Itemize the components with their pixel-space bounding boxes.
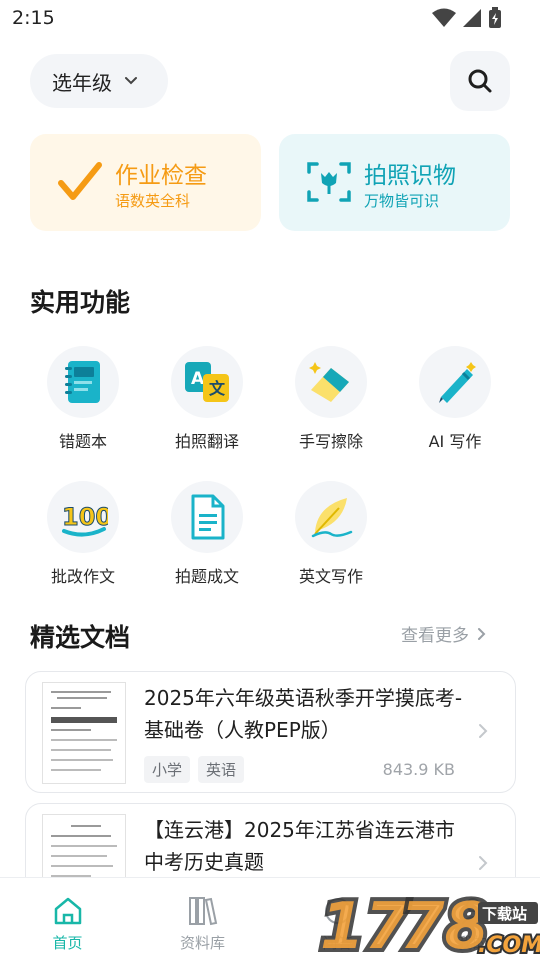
tool-ai-writing[interactable]: AI 写作	[393, 346, 517, 452]
svg-text:下载站: 下载站	[482, 905, 527, 923]
tab-library[interactable]: 资料库	[135, 878, 270, 960]
tool-label: 批改作文	[50, 567, 115, 586]
doc-thumbnail	[42, 682, 126, 784]
svg-text:文: 文	[209, 379, 226, 398]
tool-english-writing[interactable]: 英文写作	[269, 481, 393, 587]
doc-title: 2025年六年级英语秋季开学摸底考-基础卷（人教PEP版）	[144, 686, 463, 742]
homework-check-subtitle: 语数英全科	[115, 192, 191, 210]
books-icon	[135, 890, 270, 932]
chevron-right-icon	[478, 627, 486, 640]
search-icon	[468, 69, 492, 93]
svg-text:78: 78	[400, 890, 489, 960]
tool-label: 错题本	[58, 432, 107, 451]
homework-check-title: 作业检查	[115, 163, 207, 189]
doc-tag: 小学	[144, 756, 191, 783]
svg-text:A: A	[191, 369, 205, 389]
view-more-label: 查看更多	[401, 626, 469, 646]
tool-photo-to-essay[interactable]: 拍题成文	[145, 481, 269, 587]
wifi-icon	[432, 8, 456, 27]
svg-text:100: 100	[62, 503, 108, 531]
notebook-icon	[47, 346, 119, 418]
document-icon	[171, 481, 243, 553]
checkmark-icon	[52, 154, 108, 210]
view-more-link[interactable]: 查看更多	[401, 621, 487, 646]
battery-icon	[489, 7, 501, 28]
eraser-icon	[295, 346, 367, 418]
translate-icon: A文	[171, 346, 243, 418]
doc-card[interactable]: 2025年六年级英语秋季开学摸底考-基础卷（人教PEP版） 小学 英语 843.…	[25, 671, 516, 793]
tool-handwriting-erase[interactable]: 手写擦除	[269, 346, 393, 452]
photo-identify-title: 拍照识物	[364, 163, 456, 189]
doc-file-size: 843.9 KB	[382, 760, 455, 779]
photo-identify-card[interactable]: 拍照识物 万物皆可识	[279, 134, 510, 231]
status-bar: 2:15	[0, 0, 540, 36]
tab-home[interactable]: 首页	[0, 878, 135, 960]
signal-icon	[463, 9, 481, 27]
tools-section-title: 实用功能	[30, 288, 131, 317]
tool-label: AI 写作	[428, 432, 482, 451]
status-icons	[432, 7, 502, 29]
chevron-right-icon	[479, 724, 488, 738]
tool-photo-translate[interactable]: A文 拍照翻译	[145, 346, 269, 452]
search-button[interactable]	[450, 51, 510, 111]
chevron-right-icon	[479, 856, 488, 870]
doc-title: 【连云港】2025年江苏省连云港市中考历史真题	[144, 818, 455, 874]
tool-label: 英文写作	[298, 567, 363, 586]
tool-label: 拍照翻译	[174, 432, 239, 451]
svg-text:.COM: .COM	[478, 933, 540, 958]
scan-flower-icon	[301, 154, 357, 210]
tool-essay-correction[interactable]: 100 批改作文	[21, 481, 145, 587]
doc-tags: 小学 英语	[144, 756, 245, 783]
score-100-icon: 100	[47, 481, 119, 553]
tool-mistake-book[interactable]: 错题本	[21, 346, 145, 452]
status-time: 2:15	[12, 7, 55, 29]
docs-section-title: 精选文档	[30, 623, 131, 652]
photo-identify-subtitle: 万物皆可识	[364, 192, 440, 210]
feather-icon	[295, 481, 367, 553]
tab-label: 资料库	[179, 934, 225, 952]
tool-label: 拍题成文	[174, 567, 239, 586]
grade-selector[interactable]: 选年级	[30, 54, 168, 108]
site-watermark-logo: 17 17 78 78 下载站 .COM .COM	[318, 886, 540, 960]
svg-text:17: 17	[320, 890, 410, 960]
chevron-down-icon	[125, 77, 137, 85]
home-icon	[0, 890, 135, 932]
tab-label: 首页	[52, 934, 83, 952]
homework-check-card[interactable]: 作业检查 语数英全科	[30, 134, 261, 231]
doc-tag: 英语	[198, 756, 245, 783]
pen-icon	[419, 346, 491, 418]
tool-label: 手写擦除	[298, 432, 363, 451]
grade-selector-label: 选年级	[52, 70, 112, 95]
